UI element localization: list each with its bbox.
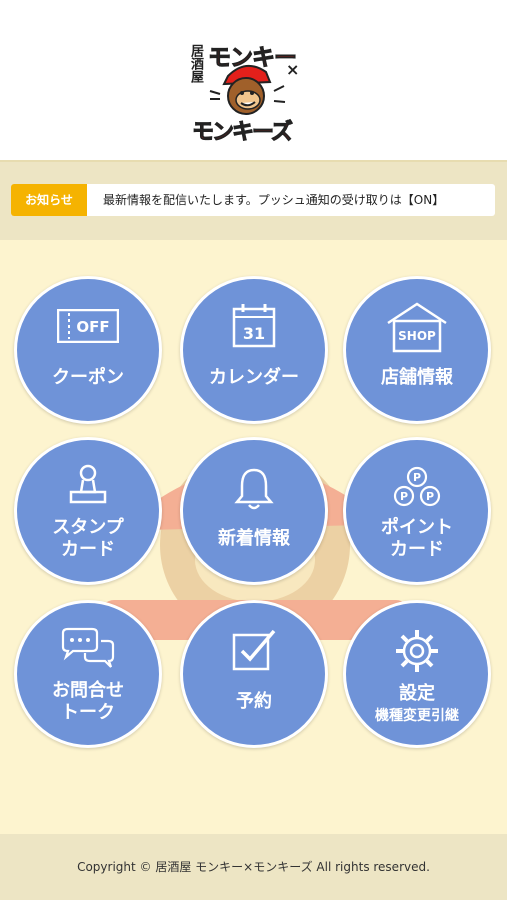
point-coins-icon: P P P [393,466,441,507]
stamp-icon [69,464,107,504]
chat-bubbles-icon [61,627,115,668]
svg-text:OFF: OFF [76,318,109,336]
svg-text:P: P [400,490,408,503]
logo-line1: モンキー [208,45,298,72]
bell-icon [234,468,274,510]
point-card-label: ポイント カード [381,517,453,560]
shop-info-label: 店舗情報 [381,367,453,388]
logo-line2: モンキーズ [192,120,294,146]
contact-talk-label: お問合せ トーク [52,680,124,723]
coupon-button[interactable]: OFF クーポン [14,276,162,424]
gear-icon [396,630,438,672]
app-header: 居酒屋 モンキー × モンキーズ [0,0,507,162]
copyright-text: Copyright © 居酒屋 モンキー×モンキーズ All rights re… [77,860,430,874]
checkbox-icon [232,629,276,671]
svg-text:SHOP: SHOP [398,329,436,343]
settings-button[interactable]: 設定 機種変更引継 [343,600,491,748]
footer: Copyright © 居酒屋 モンキー×モンキーズ All rights re… [0,834,507,900]
logo-cross: × [286,60,300,79]
point-card-button[interactable]: P P P ポイント カード [343,437,491,585]
svg-text:P: P [426,490,434,503]
notice-text: 最新情報を配信いたします。プッシュ通知の受け取りは【ON】 [103,193,445,207]
svg-text:P: P [413,471,421,484]
calendar-icon: 31 [232,304,276,348]
coupon-label: クーポン [52,367,124,388]
settings-label: 設定 機種変更引継 [375,683,459,724]
logo-prefix: 居酒屋 [188,44,203,83]
calendar-button[interactable]: 31 カレンダー [180,276,328,424]
svg-text:31: 31 [243,324,265,343]
notice-bar[interactable]: お知らせ 最新情報を配信いたします。プッシュ通知の受け取りは【ON】 [11,184,495,216]
shop-info-button[interactable]: SHOP 店舗情報 [343,276,491,424]
shop-logo: 居酒屋 モンキー × モンキーズ [188,36,318,148]
calendar-label: カレンダー [209,367,299,388]
contact-talk-button[interactable]: お問合せ トーク [14,600,162,748]
stamp-card-button[interactable]: スタンプ カード [14,437,162,585]
reservation-label: 予約 [236,691,272,712]
coupon-off-icon: OFF [57,309,119,343]
stamp-card-label: スタンプ カード [52,517,124,560]
news-button[interactable]: 新着情報 [180,437,328,585]
news-label: 新着情報 [218,528,290,549]
notice-badge: お知らせ [11,184,87,216]
reservation-button[interactable]: 予約 [180,600,328,748]
shop-icon: SHOP [387,302,447,353]
